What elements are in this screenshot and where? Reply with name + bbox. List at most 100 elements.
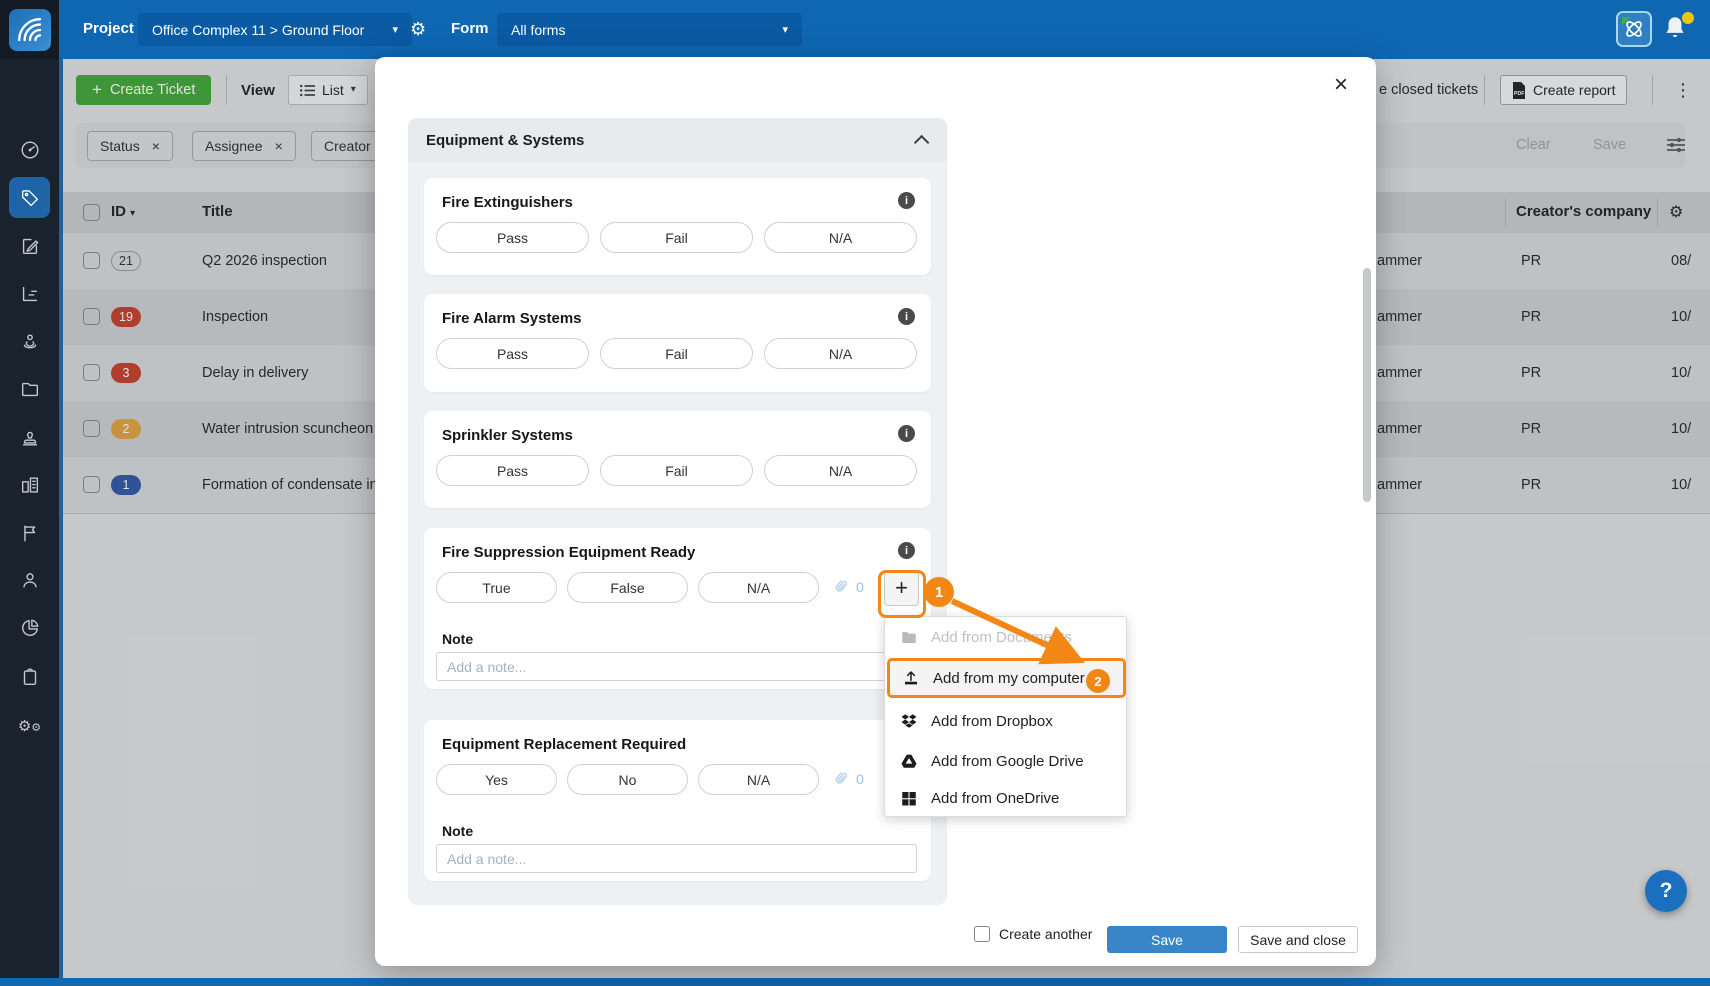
option-na[interactable]: N/A	[764, 455, 917, 486]
option-pass[interactable]: Pass	[436, 222, 589, 253]
app-logo[interactable]	[0, 0, 59, 59]
ticket-id-badge: 3	[111, 363, 141, 383]
sidebar-item-tags[interactable]	[9, 177, 50, 218]
option-fail[interactable]: Fail	[600, 455, 753, 486]
dropbox-icon	[900, 712, 918, 730]
menu-item-add-from-my-computer[interactable]: Add from my computer 2	[887, 658, 1126, 698]
filter-chip-assignee[interactable]: Assignee ×	[192, 131, 296, 161]
sidebar-item-approvals[interactable]	[9, 416, 50, 457]
sidebar-item-settings[interactable]: ⚙⚙	[9, 705, 50, 746]
option-false[interactable]: False	[567, 572, 688, 603]
apps-switcher-button[interactable]	[1616, 11, 1652, 47]
option-pass[interactable]: Pass	[436, 338, 589, 369]
column-header-creators-company[interactable]: Creator's company	[1516, 203, 1651, 220]
attachments-indicator[interactable]: 0	[831, 577, 864, 596]
add-attachment-button[interactable]: +	[884, 570, 919, 606]
select-all-checkbox[interactable]	[83, 204, 100, 221]
create-another-checkbox[interactable]	[974, 926, 990, 942]
option-yes[interactable]: Yes	[436, 764, 557, 795]
sidebar-item-tasks[interactable]	[9, 656, 50, 697]
info-icon[interactable]: i	[898, 308, 915, 325]
paperclip-icon	[827, 765, 854, 792]
project-selector[interactable]: Office Complex 11 > Ground Floor ▾	[138, 13, 412, 46]
row-checkbox[interactable]	[83, 252, 100, 269]
form-selector-value: All forms	[511, 22, 565, 38]
save-and-close-button[interactable]: Save and close	[1238, 926, 1358, 953]
sidebar-item-dashboard[interactable]	[9, 129, 50, 170]
note-input[interactable]	[436, 844, 917, 873]
plus-icon: +	[92, 80, 102, 100]
help-button[interactable]: ?	[1645, 870, 1687, 912]
sidebar-item-locations[interactable]	[9, 320, 50, 361]
option-true[interactable]: True	[436, 572, 557, 603]
field-label: Fire Suppression Equipment Ready	[442, 544, 695, 561]
filter-sliders-icon[interactable]	[1666, 135, 1686, 155]
option-na[interactable]: N/A	[764, 222, 917, 253]
menu-item-add-from-google-drive[interactable]: Add from Google Drive	[885, 741, 1126, 781]
create-report-button[interactable]: PDF Create report	[1500, 75, 1627, 105]
section-header[interactable]: Equipment & Systems	[408, 118, 947, 162]
form-selector[interactable]: All forms ▾	[497, 13, 802, 46]
close-icon[interactable]: ×	[275, 138, 283, 154]
close-icon[interactable]: ×	[1334, 73, 1348, 97]
option-no[interactable]: No	[567, 764, 688, 795]
folder-icon	[900, 628, 918, 646]
form-edit-icon	[19, 235, 41, 257]
attachments-indicator[interactable]: 0	[831, 769, 864, 788]
ticket-company: PR	[1521, 477, 1541, 493]
notifications-button[interactable]	[1662, 14, 1692, 48]
ticket-title[interactable]: Q2 2026 inspection	[202, 253, 327, 269]
option-fail[interactable]: Fail	[600, 338, 753, 369]
sidebar-item-people[interactable]	[9, 559, 50, 600]
menu-item-label: Add from Documents	[931, 629, 1072, 646]
plus-icon: +	[895, 575, 908, 601]
project-settings-gear-icon[interactable]: ⚙	[410, 19, 426, 40]
sidebar-item-flags[interactable]	[9, 512, 50, 553]
note-input[interactable]	[436, 652, 917, 681]
chevron-down-icon: ▾	[782, 24, 788, 35]
row-checkbox[interactable]	[83, 420, 100, 437]
modal-scrollbar-thumb[interactable]	[1363, 268, 1371, 502]
create-ticket-button[interactable]: + Create Ticket	[76, 75, 211, 105]
overflow-menu-button[interactable]: ⋮	[1674, 80, 1692, 101]
create-another-option[interactable]: Create another	[974, 926, 1092, 942]
flag-icon	[19, 522, 41, 544]
sidebar-item-companies[interactable]	[9, 464, 50, 505]
dashboard-icon	[19, 139, 41, 161]
content-edge-accent	[59, 59, 63, 978]
sidebar-item-files[interactable]	[9, 368, 50, 409]
close-icon[interactable]: ×	[152, 138, 160, 154]
row-checkbox[interactable]	[83, 476, 100, 493]
option-na[interactable]: N/A	[698, 572, 819, 603]
filters-save-button[interactable]: Save	[1593, 137, 1626, 153]
ticket-title[interactable]: Water intrusion scuncheon	[202, 421, 373, 437]
ticket-title[interactable]: Delay in delivery	[202, 365, 308, 381]
info-icon[interactable]: i	[898, 425, 915, 442]
ticket-id-badge: 1	[111, 475, 141, 495]
option-na[interactable]: N/A	[764, 338, 917, 369]
closed-tickets-toggle-label[interactable]: e closed tickets	[1379, 82, 1478, 98]
info-icon[interactable]: i	[898, 542, 915, 559]
sidebar-item-analytics[interactable]	[9, 607, 50, 648]
menu-item-add-from-dropbox[interactable]: Add from Dropbox	[885, 701, 1126, 741]
ticket-title[interactable]: Inspection	[202, 309, 268, 325]
filters-clear-button[interactable]: Clear	[1516, 137, 1551, 153]
sidebar-item-forms[interactable]	[9, 225, 50, 266]
column-header-title[interactable]: Title	[202, 203, 233, 220]
info-icon[interactable]: i	[898, 192, 915, 209]
view-mode-selector[interactable]: List ▾	[288, 75, 368, 105]
sort-caret-icon: ▾	[130, 208, 135, 219]
save-button[interactable]: Save	[1107, 926, 1227, 953]
column-header-id[interactable]: ID ▾	[111, 203, 135, 220]
row-checkbox[interactable]	[83, 308, 100, 325]
ticket-creator: ammer	[1377, 365, 1422, 381]
menu-item-add-from-onedrive[interactable]: Add from OneDrive	[885, 778, 1126, 818]
option-na[interactable]: N/A	[698, 764, 819, 795]
option-fail[interactable]: Fail	[600, 222, 753, 253]
option-pass[interactable]: Pass	[436, 455, 589, 486]
filter-chip-status[interactable]: Status ×	[87, 131, 173, 161]
table-settings-gear-icon[interactable]: ⚙	[1669, 202, 1683, 221]
ticket-title[interactable]: Formation of condensate in w	[202, 477, 392, 493]
sidebar-item-reports[interactable]	[9, 273, 50, 314]
row-checkbox[interactable]	[83, 364, 100, 381]
